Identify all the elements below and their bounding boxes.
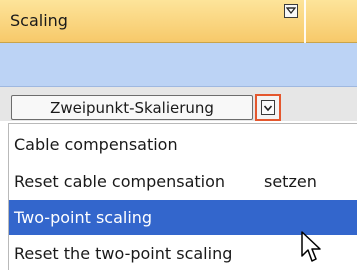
scaling-combobox[interactable]: Zweipunkt-Skalierung xyxy=(11,95,253,120)
list-item-label: Reset cable compensation xyxy=(14,172,226,191)
mouse-pointer-icon xyxy=(300,230,324,264)
combobox-value: Zweipunkt-Skalierung xyxy=(50,99,214,117)
list-item-label: Reset the two-point scaling xyxy=(14,244,233,263)
list-item-reset-cable-compensation[interactable]: Reset cable compensation setzen xyxy=(9,164,357,199)
blue-band xyxy=(0,43,357,87)
list-item-label: Two-point scaling xyxy=(14,208,153,227)
list-item-cable-compensation[interactable]: Cable compensation xyxy=(9,127,357,162)
list-item-overlap-text: setzen xyxy=(264,172,317,191)
chevron-down-icon xyxy=(261,100,275,115)
panel-header: Scaling xyxy=(0,0,357,43)
app-window: Scaling Zweipunkt-Skalierung Cable compe… xyxy=(0,0,357,270)
combobox-dropdown-button[interactable] xyxy=(255,94,281,121)
panel-title: Scaling xyxy=(10,11,68,30)
list-item-label: Cable compensation xyxy=(14,135,178,154)
header-divider xyxy=(304,0,306,43)
filter-dropdown-icon[interactable] xyxy=(284,4,298,18)
